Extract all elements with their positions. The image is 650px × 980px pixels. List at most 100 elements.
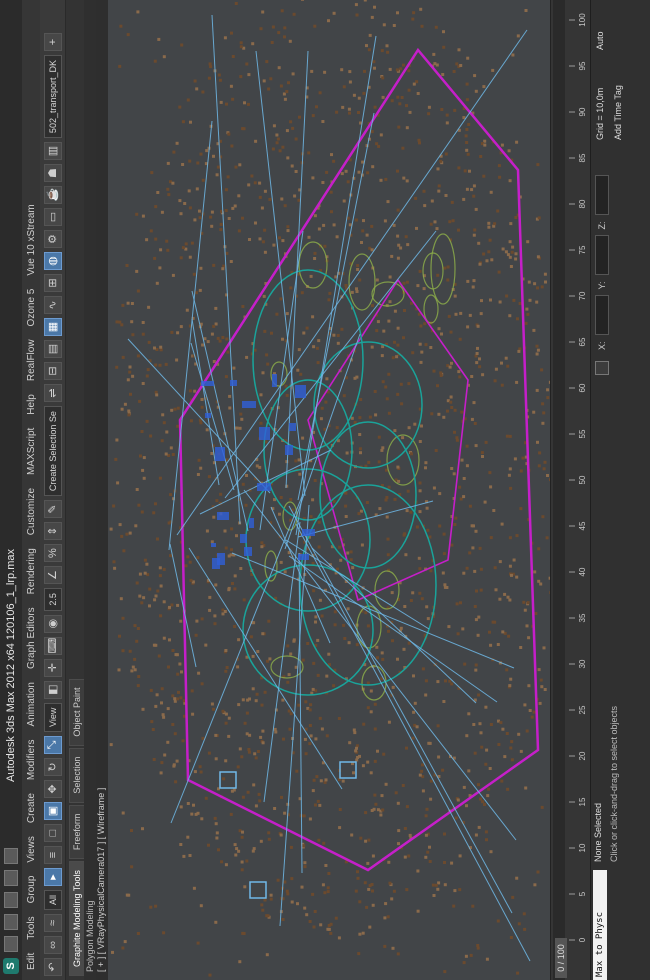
material-editor-icon[interactable]: ◍ bbox=[43, 252, 62, 271]
menu-vue[interactable]: Vue 10 xStream bbox=[26, 204, 37, 275]
z-coordinate-field[interactable] bbox=[595, 175, 609, 216]
render-setup-icon[interactable]: ⚙ bbox=[43, 230, 62, 249]
unlink-icon[interactable]: ≈ bbox=[43, 914, 62, 932]
scatter-point bbox=[494, 367, 498, 371]
scatter-point bbox=[420, 350, 424, 354]
auto-key-button[interactable]: Auto bbox=[595, 31, 605, 50]
menu-realflow[interactable]: RealFlow bbox=[26, 339, 37, 381]
mirror-icon[interactable]: ⇌ bbox=[43, 384, 62, 403]
layer-manager-icon[interactable]: ▤ bbox=[43, 340, 62, 359]
menu-edit[interactable]: Edit bbox=[26, 953, 37, 970]
scatter-point bbox=[473, 569, 477, 573]
selection-lock-icon[interactable] bbox=[595, 361, 609, 375]
snap-toggle-icon[interactable]: ◉ bbox=[43, 614, 62, 633]
manipulate-icon[interactable]: ✛ bbox=[43, 658, 62, 677]
window-crossing-icon[interactable]: ▣ bbox=[43, 801, 62, 820]
menu-create[interactable]: Create bbox=[26, 793, 37, 823]
tab-selection[interactable]: Selection bbox=[69, 747, 84, 803]
scatter-point bbox=[109, 527, 113, 531]
select-object-icon[interactable]: ▸ bbox=[43, 867, 62, 886]
align-icon[interactable]: ⊟ bbox=[43, 362, 62, 381]
scatter-point bbox=[496, 919, 500, 923]
layer-icon[interactable]: ▥ bbox=[43, 142, 62, 161]
scatter-point bbox=[320, 614, 324, 618]
viewport-label[interactable]: [ + ] [ VRayPhysicalCamera017 ] [ Wirefr… bbox=[96, 0, 108, 980]
menu-ozone[interactable]: Ozone 5 bbox=[26, 289, 37, 327]
redo-icon[interactable] bbox=[4, 848, 18, 864]
link-icon[interactable]: ∞ bbox=[43, 936, 62, 954]
scatter-point bbox=[118, 523, 122, 527]
menu-rendering[interactable]: Rendering bbox=[26, 548, 37, 594]
undo-button-icon[interactable]: ↶ bbox=[43, 958, 62, 976]
time-slider-track[interactable]: 0 / 100 bbox=[553, 0, 567, 980]
edit-named-selection-icon[interactable]: ✎ bbox=[43, 500, 62, 519]
scatter-point bbox=[139, 454, 142, 458]
layer-add-icon[interactable]: + bbox=[43, 33, 62, 52]
rectangular-selection-icon[interactable]: □ bbox=[43, 823, 62, 842]
schematic-view-icon[interactable]: ⊞ bbox=[43, 274, 62, 293]
scatter-point bbox=[462, 571, 466, 575]
scatter-point bbox=[338, 545, 342, 549]
time-slider[interactable]: 0 / 100 0 5 10 15 20 25 30 35 40 45 50 55 60 65 70 75 80… bbox=[550, 0, 591, 980]
scatter-point bbox=[366, 171, 370, 175]
menu-tools[interactable]: Tools bbox=[26, 916, 37, 939]
graphite-toggle-icon[interactable]: ▦ bbox=[43, 318, 62, 337]
menu-modifiers[interactable]: Modifiers bbox=[26, 740, 37, 781]
layer-select[interactable]: 502_transport_DK bbox=[43, 55, 62, 139]
x-coordinate-field[interactable] bbox=[595, 295, 609, 336]
scatter-point bbox=[160, 439, 164, 443]
select-by-name-icon[interactable]: ≡ bbox=[43, 845, 62, 864]
curve-editor-icon[interactable]: ∿ bbox=[43, 296, 62, 315]
selection-filter-select[interactable]: All bbox=[43, 889, 62, 910]
scatter-point bbox=[241, 931, 245, 935]
render-production-icon[interactable]: ☗ bbox=[43, 164, 62, 183]
scatter-point bbox=[160, 210, 164, 214]
scatter-point bbox=[406, 243, 410, 247]
reference-coordinate-select[interactable]: View bbox=[43, 702, 62, 732]
menu-views[interactable]: Views bbox=[26, 836, 37, 863]
camera-viewport[interactable] bbox=[108, 0, 550, 980]
snap-spinner-value[interactable]: 2.5 bbox=[43, 588, 62, 611]
pivot-icon[interactable]: ◧ bbox=[43, 680, 62, 699]
menu-group[interactable]: Group bbox=[26, 876, 37, 904]
scatter-point bbox=[366, 706, 370, 710]
menu-animation[interactable]: Animation bbox=[26, 682, 37, 726]
app-logo-icon[interactable]: S bbox=[3, 958, 19, 974]
scatter-point bbox=[222, 777, 226, 781]
angle-snap-icon[interactable]: ∠ bbox=[43, 566, 62, 585]
percent-snap-icon[interactable]: % bbox=[43, 544, 62, 563]
new-file-icon[interactable] bbox=[4, 936, 18, 952]
tab-object-paint[interactable]: Object Paint bbox=[69, 678, 84, 746]
scatter-point bbox=[384, 782, 388, 786]
save-file-icon[interactable] bbox=[4, 892, 18, 908]
frame-counter[interactable]: 0 / 100 bbox=[555, 938, 567, 978]
undo-icon[interactable] bbox=[4, 870, 18, 886]
spinner-snap-icon[interactable]: ⇕ bbox=[43, 522, 62, 541]
scatter-point bbox=[533, 570, 537, 574]
tab-graphite-modeling-tools[interactable]: Graphite Modeling Tools bbox=[69, 861, 84, 976]
rotate-icon[interactable]: ↻ bbox=[43, 757, 62, 776]
maxscript-listener-input[interactable]: Max to Physc bbox=[593, 870, 607, 980]
timeline-tick-label: 40 bbox=[578, 567, 587, 576]
render-icon[interactable]: ☕ bbox=[43, 186, 62, 205]
open-file-icon[interactable] bbox=[4, 914, 18, 930]
keyboard-shortcut-icon[interactable]: ⌨ bbox=[43, 636, 62, 655]
menu-graph-editors[interactable]: Graph Editors bbox=[26, 607, 37, 669]
tab-freeform[interactable]: Freeform bbox=[69, 804, 84, 860]
scale-icon[interactable]: ⤡ bbox=[43, 735, 62, 754]
named-selection-input[interactable]: Create Selection Se bbox=[43, 406, 62, 497]
rendered-frame-icon[interactable]: ▭ bbox=[43, 208, 62, 227]
scene-object bbox=[211, 543, 216, 547]
scatter-point bbox=[358, 278, 362, 282]
menu-help[interactable]: Help bbox=[26, 394, 37, 415]
menu-maxscript[interactable]: MAXScript bbox=[26, 428, 37, 475]
add-time-tag[interactable]: Add Time Tag bbox=[613, 85, 623, 140]
scatter-point bbox=[251, 42, 255, 46]
scatter-point bbox=[501, 630, 505, 634]
menu-customize[interactable]: Customize bbox=[26, 488, 37, 535]
polygon-modeling-label[interactable]: Polygon Modeling bbox=[85, 900, 95, 972]
move-icon[interactable]: ✥ bbox=[43, 779, 62, 798]
track-bar[interactable]: 0510152025303540455055606570758085909510… bbox=[569, 0, 587, 980]
scatter-point bbox=[160, 701, 163, 705]
y-coordinate-field[interactable] bbox=[595, 235, 609, 276]
